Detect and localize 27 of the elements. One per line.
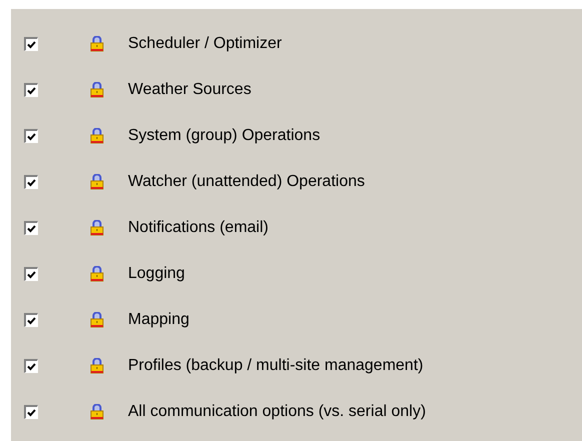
padlock-icon: [90, 36, 104, 52]
option-label: Logging: [128, 264, 185, 284]
checkbox[interactable]: [24, 129, 38, 143]
checkbox[interactable]: [24, 175, 38, 189]
checkbox[interactable]: [24, 359, 38, 373]
checkbox[interactable]: [24, 313, 38, 327]
checkbox[interactable]: [24, 83, 38, 97]
option-label: System (group) Operations: [128, 126, 320, 146]
option-label: Weather Sources: [128, 80, 252, 100]
padlock-icon: [90, 174, 104, 190]
padlock-icon: [90, 358, 104, 374]
checkbox[interactable]: [24, 405, 38, 419]
option-label: Notifications (email): [128, 218, 268, 238]
padlock-icon: [90, 312, 104, 328]
padlock-icon: [90, 266, 104, 282]
padlock-icon: [90, 128, 104, 144]
padlock-icon: [90, 404, 104, 420]
padlock-icon: [90, 82, 104, 98]
padlock-icon: [90, 220, 104, 236]
option-label: All communication options (vs. serial only): [128, 402, 426, 422]
checkbox[interactable]: [24, 37, 38, 51]
option-label: Watcher (unattended) Operations: [128, 172, 365, 192]
option-label: Scheduler / Optimizer: [128, 34, 282, 54]
checkbox[interactable]: [24, 267, 38, 281]
checkbox[interactable]: [24, 221, 38, 235]
option-label: Profiles (backup / multi-site management): [128, 356, 424, 376]
option-label: Mapping: [128, 310, 190, 330]
